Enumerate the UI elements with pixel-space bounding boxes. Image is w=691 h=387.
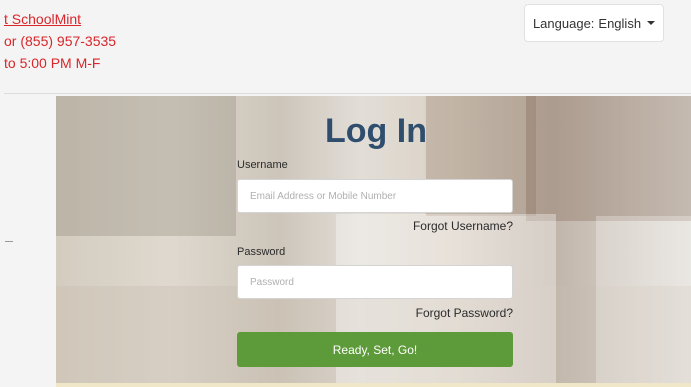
hero-shade-right [526,96,691,221]
password-label: Password [237,246,286,258]
username-input[interactable] [237,179,513,213]
caret-down-icon [647,21,656,25]
hero-window-right [596,216,691,387]
login-submit-button[interactable]: Ready, Set, Go! [237,332,513,367]
header-divider [4,93,691,94]
language-dropdown[interactable]: Language: English [524,4,664,42]
hero-bottom-strip [56,383,691,387]
forgot-username-link[interactable]: Forgot Username? [380,219,513,233]
forgot-password-link[interactable]: Forgot Password? [380,306,513,320]
language-value: English [598,15,642,31]
username-label: Username [237,159,288,171]
password-input[interactable] [237,265,513,299]
support-phone: or (855) 957-3535 [4,33,117,49]
top-header: t SchoolMint or (855) 957-3535 to 5:00 P… [0,0,691,92]
side-dash [5,241,13,242]
language-label: Language: [532,15,595,31]
support-hours: to 5:00 PM M-F [4,55,101,71]
hero-shade-left [56,96,236,236]
contact-schoolmint-link[interactable]: t SchoolMint [4,11,81,27]
login-title: Log In [325,112,427,150]
contact-info: t SchoolMint or (855) 957-3535 to 5:00 P… [4,8,116,74]
